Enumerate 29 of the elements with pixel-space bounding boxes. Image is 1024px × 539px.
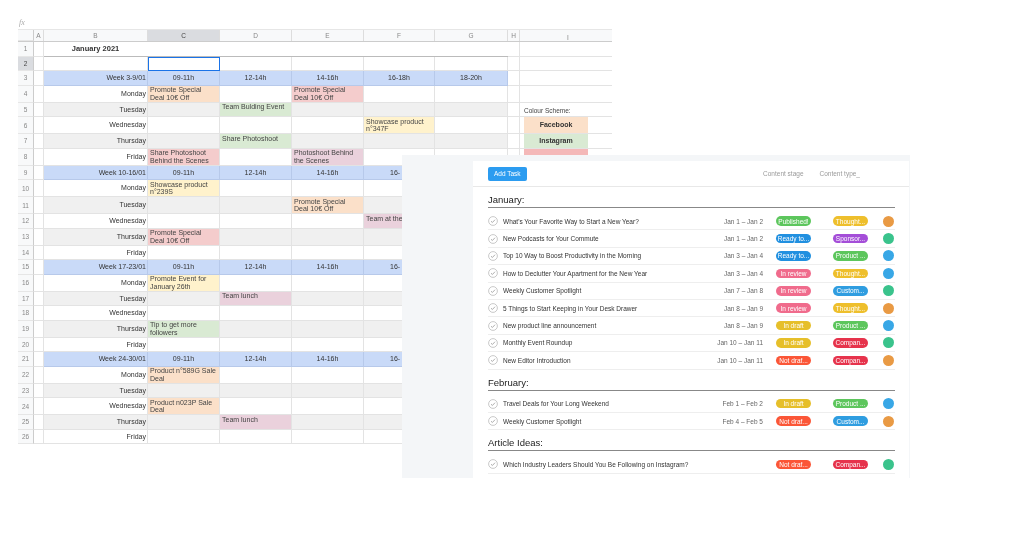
check-icon[interactable] (488, 459, 498, 470)
check-icon[interactable] (488, 303, 498, 314)
check-icon[interactable] (488, 355, 498, 366)
avatar-icon[interactable] (883, 337, 894, 349)
avatar-icon[interactable] (883, 250, 894, 262)
check-icon[interactable] (488, 216, 498, 227)
check-icon[interactable] (488, 398, 498, 409)
check-icon[interactable] (488, 337, 498, 348)
avatar-icon[interactable] (883, 267, 894, 279)
section-title: January: (488, 187, 895, 208)
check-icon[interactable] (488, 320, 498, 331)
formula-label: fx (18, 18, 25, 27)
selected-cell[interactable] (148, 56, 220, 71)
avatar-icon[interactable] (883, 233, 894, 245)
check-icon[interactable] (488, 268, 498, 279)
avatar-icon[interactable] (883, 320, 894, 332)
check-icon[interactable] (488, 250, 498, 261)
check-icon[interactable] (488, 285, 498, 296)
check-icon[interactable] (488, 416, 498, 427)
avatar-icon[interactable] (883, 398, 894, 410)
section-title: Article Ideas: (488, 430, 895, 452)
section-title: February: (488, 369, 895, 391)
avatar-icon[interactable] (883, 215, 894, 227)
avatar-icon[interactable] (883, 285, 894, 297)
avatar-icon[interactable] (883, 302, 894, 314)
avatar-icon[interactable] (883, 354, 894, 366)
check-icon[interactable] (488, 233, 498, 244)
avatar-icon[interactable] (883, 415, 894, 427)
avatar-icon[interactable] (883, 459, 894, 470)
